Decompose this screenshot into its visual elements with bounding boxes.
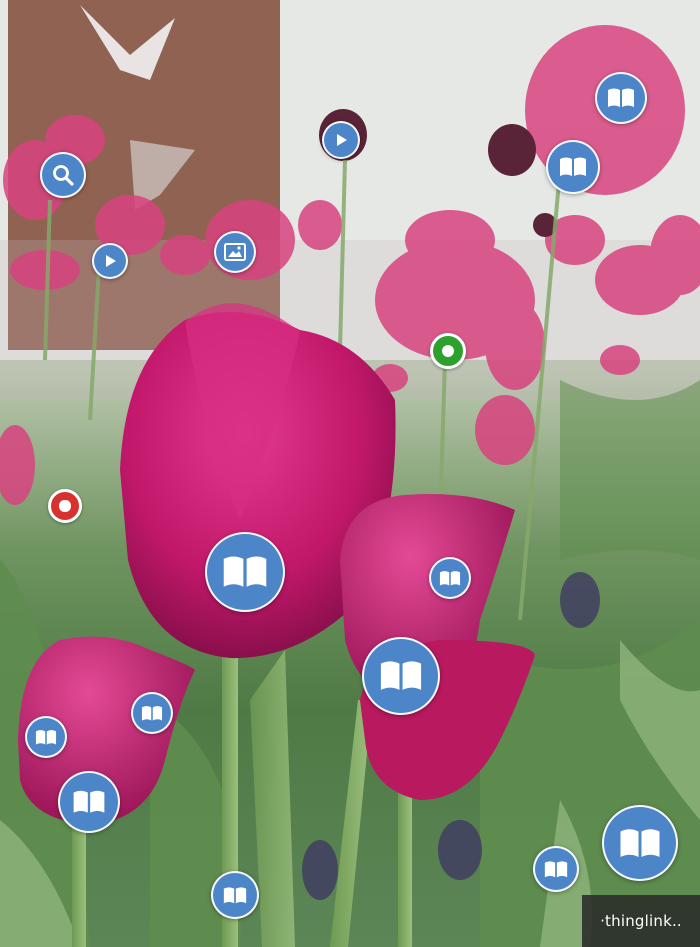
magnifier-icon[interactable] [40, 152, 86, 198]
book-glyph-icon [380, 661, 422, 690]
play-icon[interactable] [92, 243, 128, 279]
book-glyph-icon [73, 790, 105, 813]
book-icon[interactable] [602, 805, 678, 881]
book-icon[interactable] [429, 557, 471, 599]
book-icon[interactable] [58, 771, 120, 833]
book-icon[interactable] [25, 716, 67, 758]
book-glyph-icon [560, 157, 586, 176]
book-icon[interactable] [131, 692, 173, 734]
book-icon[interactable] [211, 871, 259, 919]
book-glyph-icon [608, 88, 634, 107]
book-glyph-icon [223, 556, 267, 587]
book-glyph-icon [35, 729, 57, 744]
book-glyph-icon [620, 828, 660, 857]
book-icon[interactable] [362, 637, 440, 715]
book-glyph-icon [223, 886, 247, 903]
red-status-dot[interactable] [48, 489, 82, 523]
book-glyph-icon [544, 860, 568, 877]
picture-glyph-icon [224, 243, 246, 261]
book-icon[interactable] [546, 140, 600, 194]
book-glyph-icon [439, 570, 461, 585]
play-glyph-icon [337, 134, 347, 146]
book-icon[interactable] [533, 846, 579, 892]
green-status-dot[interactable] [430, 333, 466, 369]
image-icon[interactable] [214, 231, 256, 273]
search-glyph-icon [53, 165, 74, 186]
image-stage: ·thinglink.. [0, 0, 700, 947]
book-glyph-icon [141, 705, 163, 720]
book-icon[interactable] [205, 532, 285, 612]
play-glyph-icon [106, 255, 116, 267]
thinglink-logo[interactable]: ·thinglink.. [582, 895, 700, 947]
book-icon[interactable] [595, 72, 647, 124]
play-icon[interactable] [322, 121, 360, 159]
thinglink-logo-text: ·thinglink.. [600, 912, 682, 930]
